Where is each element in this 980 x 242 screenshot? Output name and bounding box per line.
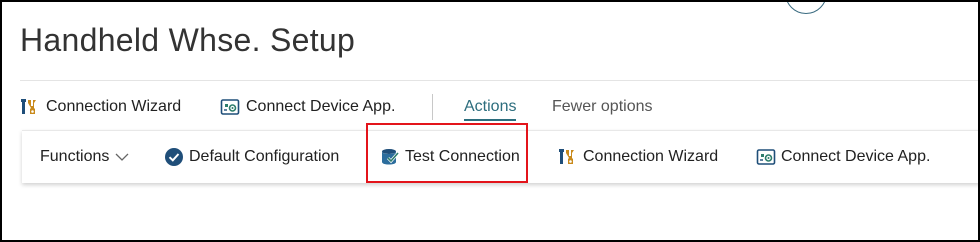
device-gear-icon xyxy=(756,147,776,167)
fewer-options-button[interactable]: Fewer options xyxy=(552,92,653,122)
partial-circle-button[interactable] xyxy=(785,2,827,14)
functions-label: Functions xyxy=(40,148,110,165)
promoted-actions-bar: Connection Wizard Connect Device App. Ac… xyxy=(20,92,970,122)
promoted-connection-wizard-button[interactable]: Connection Wizard xyxy=(20,92,181,122)
check-circle-icon xyxy=(164,147,184,167)
database-check-icon xyxy=(380,147,400,167)
test-connection-button[interactable]: Test Connection xyxy=(380,131,520,183)
tools-wizard-icon xyxy=(20,97,40,117)
promoted-connect-device-app-label: Connect Device App. xyxy=(246,98,396,115)
tab-actions[interactable]: Actions xyxy=(464,92,517,122)
default-configuration-label: Default Configuration xyxy=(189,148,340,165)
default-configuration-button[interactable]: Default Configuration xyxy=(164,131,339,183)
active-tab-underline xyxy=(464,119,517,121)
tools-wizard-icon xyxy=(558,147,578,167)
promoted-connect-device-app-button[interactable]: Connect Device App. xyxy=(220,92,395,122)
actions-bar: Functions Default Configuration Test Con… xyxy=(22,130,978,183)
test-connection-label: Test Connection xyxy=(405,148,520,165)
connection-wizard-label: Connection Wizard xyxy=(583,148,719,165)
page-frame: Handheld Whse. Setup Connection Wizard C… xyxy=(0,0,980,242)
title-divider xyxy=(20,80,978,81)
connect-device-app-label: Connect Device App. xyxy=(781,148,931,165)
connection-wizard-button[interactable]: Connection Wizard xyxy=(558,131,718,183)
page-title: Handheld Whse. Setup xyxy=(20,22,356,58)
promoted-connection-wizard-label: Connection Wizard xyxy=(46,98,182,115)
functions-menu-button[interactable]: Functions xyxy=(40,131,129,183)
device-gear-icon xyxy=(220,97,240,117)
chevron-down-icon xyxy=(115,152,129,162)
fewer-options-label: Fewer options xyxy=(552,98,653,115)
tab-actions-label: Actions xyxy=(464,98,517,115)
connect-device-app-button[interactable]: Connect Device App. xyxy=(756,131,930,183)
toolbar-separator xyxy=(432,94,433,120)
